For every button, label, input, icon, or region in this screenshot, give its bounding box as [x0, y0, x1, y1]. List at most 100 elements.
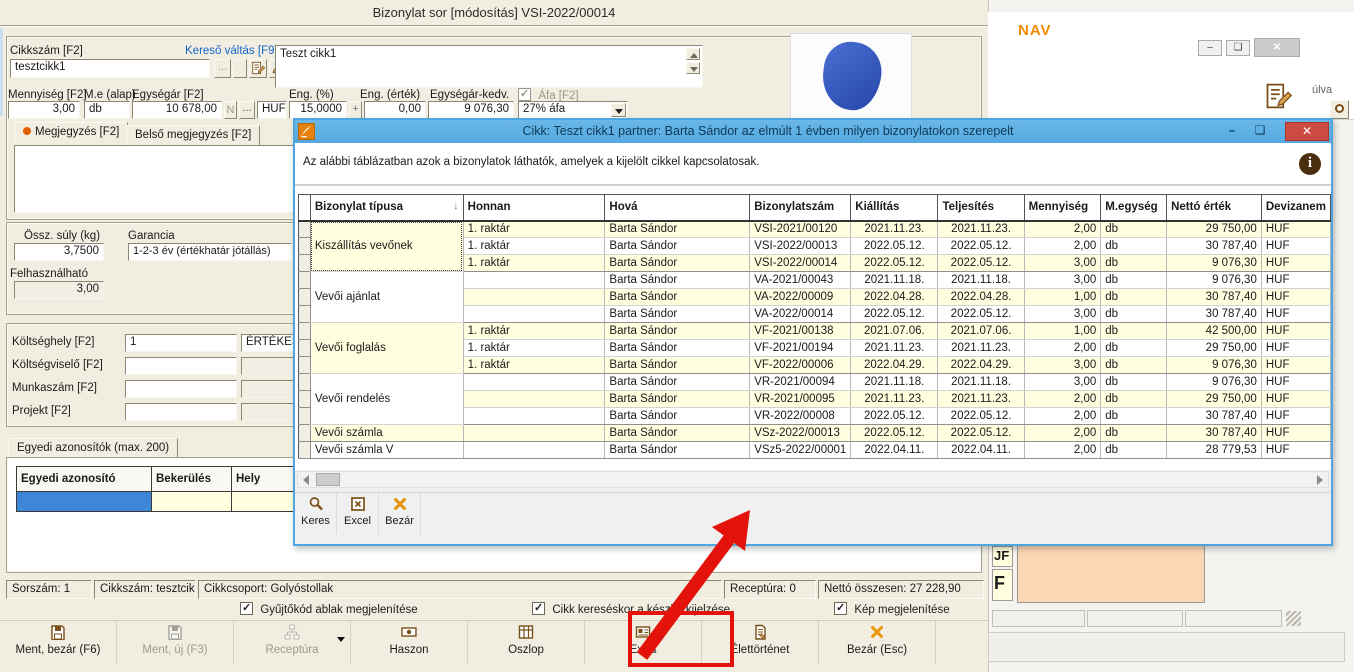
grid-cell[interactable]: 3,00 [1024, 357, 1101, 374]
egysegar-field[interactable]: 10 678,00 [132, 101, 222, 119]
row-indicator[interactable] [299, 221, 311, 238]
grid-cell[interactable]: VR-2021/00094 [750, 374, 851, 391]
grid-cell[interactable]: Barta Sándor [605, 323, 750, 340]
mennyiseg-field[interactable]: 3,00 [8, 101, 80, 119]
grid-cell[interactable]: 2021.11.23. [938, 340, 1024, 357]
grid-cell[interactable]: Barta Sándor [605, 374, 750, 391]
grid-cell[interactable]: VSI-2022/00013 [750, 238, 851, 255]
grid-cell[interactable]: Barta Sándor [605, 340, 750, 357]
group-cell[interactable]: Vevői ajánlat [310, 272, 463, 323]
grid-cell[interactable]: 1. raktár [463, 323, 605, 340]
me-alap-field[interactable]: db [84, 101, 130, 119]
toolbar-button-receptúra[interactable]: Receptúra [234, 621, 351, 664]
tab-belso-megjegyzes[interactable]: Belső megjegyzés [F2] [126, 125, 260, 145]
grid-cell[interactable]: 3,00 [1024, 272, 1101, 289]
grid-cell[interactable]: 1,00 [1024, 289, 1101, 306]
grid-column-header-bizonylat-típusa[interactable]: Bizonylat típusa [310, 195, 463, 221]
grid-cell[interactable]: 3,00 [1024, 306, 1101, 323]
grid-cell[interactable]: VSz5-2022/00001 [750, 442, 851, 459]
grid-cell[interactable]: 9 076,30 [1167, 357, 1262, 374]
grid-cell[interactable]: 1. raktár [463, 221, 605, 238]
grid-cell[interactable]: 2021.11.18. [938, 374, 1024, 391]
kereso-valtas-link[interactable]: Kereső váltás [F9] [185, 45, 278, 57]
row-indicator[interactable] [299, 425, 311, 442]
grid-cell[interactable]: 1,00 [1024, 323, 1101, 340]
grid-cell[interactable]: VSI-2021/00120 [750, 221, 851, 238]
grid-cell[interactable]: VSI-2022/00014 [750, 255, 851, 272]
bg-maximize-button[interactable]: ❑ [1226, 40, 1250, 56]
plus-stepper[interactable]: + [349, 101, 362, 119]
koltseghely-field[interactable]: 1 [125, 334, 237, 352]
grid-cell[interactable]: HUF [1261, 289, 1330, 306]
grid-cell[interactable]: HUF [1261, 391, 1330, 408]
grid-cell[interactable]: 2021.11.23. [938, 221, 1024, 238]
row-indicator[interactable] [299, 323, 311, 340]
kep-checkbox[interactable]: Kép megjelenítése [834, 602, 950, 616]
ossz-suly-field[interactable]: 3,7500 [14, 243, 104, 261]
dialog-button-excel[interactable]: Excel [337, 493, 379, 534]
grid-cell[interactable]: VA-2022/00009 [750, 289, 851, 306]
group-cell[interactable]: Vevői számla V [310, 442, 463, 459]
grid-cell[interactable]: db [1101, 374, 1167, 391]
grid-cell[interactable]: 9 076,30 [1167, 255, 1262, 272]
grid-cell[interactable] [463, 391, 605, 408]
gyujtokod-checkbox[interactable]: Gyűjtőkód ablak megjelenítése [240, 602, 418, 616]
grid-cell[interactable]: Barta Sándor [605, 306, 750, 323]
grid-cell[interactable]: 2022.04.11. [851, 442, 938, 459]
grid-cell[interactable]: 42 500,00 [1167, 323, 1262, 340]
garancia-field[interactable]: 1-2-3 év (értékhatár jótállás) [128, 243, 292, 261]
grid-column-header-teljesítés[interactable]: Teljesítés [938, 195, 1024, 221]
grid-cell[interactable]: HUF [1261, 306, 1330, 323]
toolbar-button-ment-bezár-f6[interactable]: Ment, bezár (F6) [0, 621, 117, 664]
grid-cell[interactable]: Barta Sándor [605, 272, 750, 289]
grid-cell[interactable]: VA-2021/00043 [750, 272, 851, 289]
dialog-button-bezár[interactable]: Bezár [379, 493, 421, 534]
group-cell[interactable]: Vevői rendelés [310, 374, 463, 425]
egyedi-cell-selected[interactable] [17, 492, 152, 512]
grid-cell[interactable]: 29 750,00 [1167, 340, 1262, 357]
dialog-close-button[interactable] [1285, 122, 1329, 141]
kereses-checkbox-box[interactable] [532, 602, 545, 615]
tab-megjegyzes[interactable]: Megjegyzés [F2] [14, 122, 128, 145]
grid-cell[interactable]: Barta Sándor [605, 425, 750, 442]
grid-cell[interactable] [463, 425, 605, 442]
group-cell[interactable]: Kiszállítás vevőnek [310, 221, 463, 272]
grid-cell[interactable] [463, 289, 605, 306]
kep-checkbox-box[interactable] [834, 602, 847, 615]
spinner-down-icon[interactable] [686, 62, 700, 74]
grid-row[interactable]: Vevői foglalás1. raktárBarta SándorVF-20… [299, 323, 1331, 340]
afa-checkbox[interactable]: Áfa [F2] [518, 88, 579, 102]
gyujtokod-checkbox-box[interactable] [240, 602, 253, 615]
grid-cell[interactable]: HUF [1261, 221, 1330, 238]
toolbar-button-bezár-esc[interactable]: Bezár (Esc) [819, 621, 936, 664]
grid-cell[interactable]: db [1101, 357, 1167, 374]
grid-cell[interactable]: db [1101, 391, 1167, 408]
grid-cell[interactable]: 2021.11.18. [938, 272, 1024, 289]
munkaszam-field[interactable] [125, 380, 237, 398]
grid-cell[interactable]: VF-2022/00006 [750, 357, 851, 374]
grid-cell[interactable]: VF-2021/00194 [750, 340, 851, 357]
price-lookup-button[interactable]: ... [239, 101, 255, 119]
row-indicator[interactable] [299, 357, 311, 374]
grid-cell[interactable]: 2021.11.23. [851, 340, 938, 357]
record-icon[interactable] [1330, 100, 1349, 119]
grid-cell[interactable]: 3,00 [1024, 255, 1101, 272]
grid-cell[interactable]: HUF [1261, 255, 1330, 272]
grid-cell[interactable]: HUF [1261, 442, 1330, 459]
grid-cell[interactable]: HUF [1261, 323, 1330, 340]
row-indicator[interactable] [299, 306, 311, 323]
grid-cell[interactable]: db [1101, 306, 1167, 323]
grid-cell[interactable]: Barta Sándor [605, 221, 750, 238]
grid-cell[interactable]: 2021.07.06. [938, 323, 1024, 340]
note-edit-icon[interactable] [249, 59, 267, 78]
dialog-maximize-button[interactable] [1247, 122, 1273, 141]
grid-cell[interactable]: VF-2021/00138 [750, 323, 851, 340]
grid-cell[interactable]: 30 787,40 [1167, 289, 1262, 306]
egyedi-column-header[interactable]: Egyedi azonosító [17, 467, 152, 492]
tab-egyedi-azonositok[interactable]: Egyedi azonosítók (max. 200) [8, 438, 178, 458]
grid-cell[interactable]: HUF [1261, 357, 1330, 374]
grid-cell[interactable]: 2022.05.12. [851, 238, 938, 255]
grid-cell[interactable]: 2022.05.12. [851, 255, 938, 272]
row-indicator[interactable] [299, 408, 311, 425]
grid-cell[interactable]: HUF [1261, 340, 1330, 357]
